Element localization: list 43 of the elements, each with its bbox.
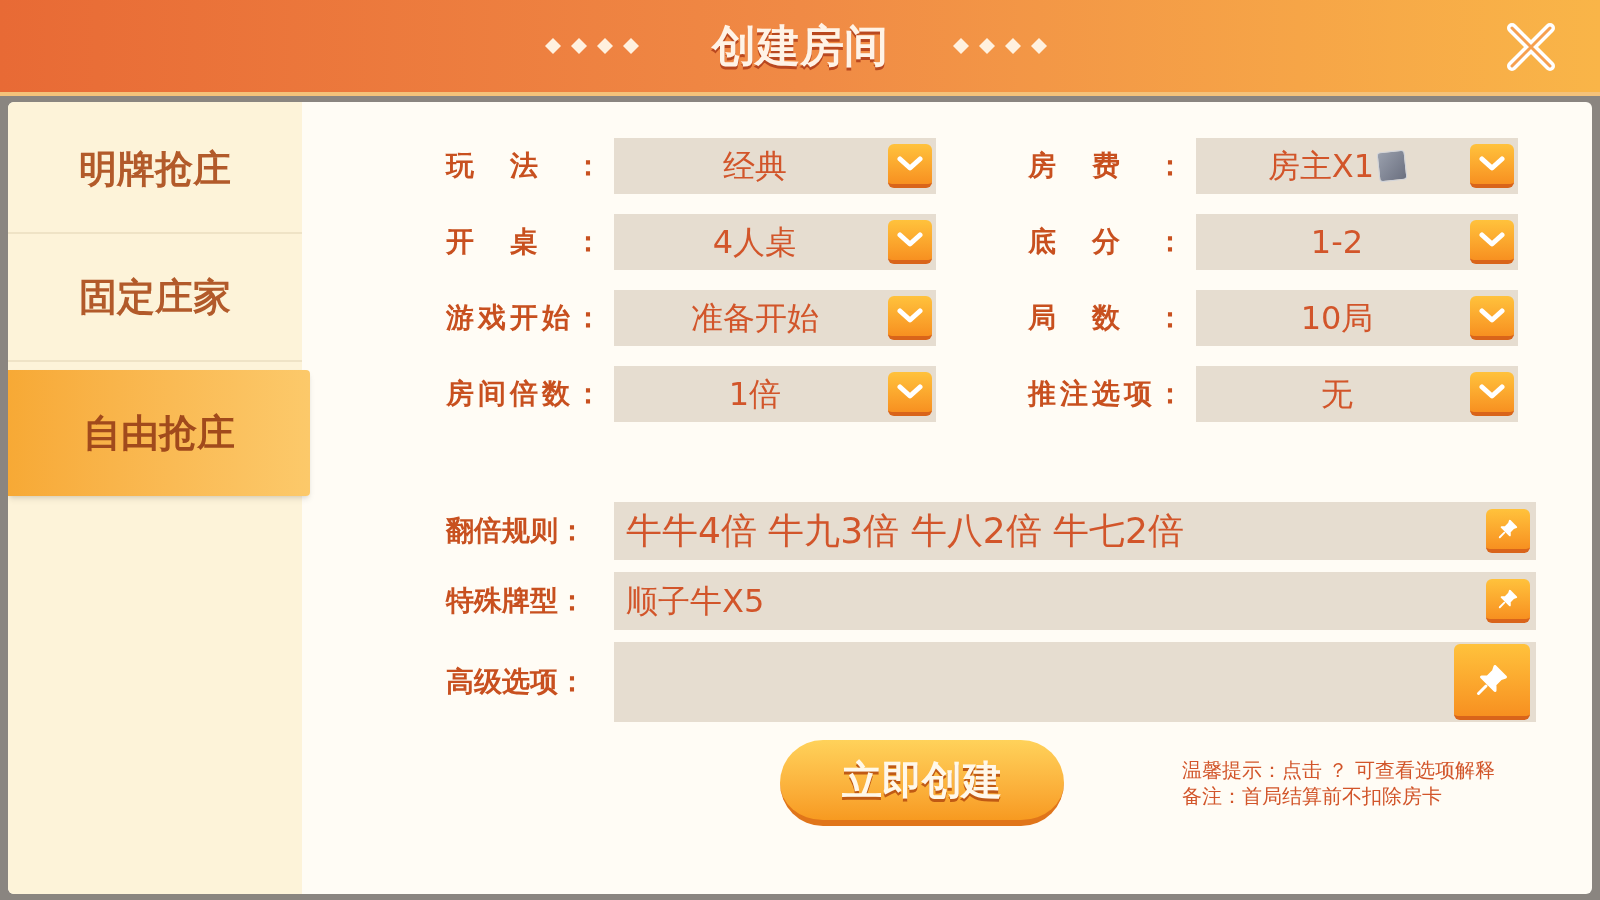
dropdown-value: 房主X1: [1267, 146, 1375, 187]
option-label: 局数：: [1028, 300, 1185, 336]
option-label: 特殊牌型：: [446, 583, 587, 619]
option-label: 游戏开始：: [446, 300, 603, 336]
option-value: 顺子牛X5: [626, 581, 766, 622]
window-title: 创建房间: [712, 19, 888, 73]
option-label: 玩法：: [446, 148, 603, 184]
option-label: 开桌：: [446, 224, 603, 260]
option-field[interactable]: [614, 642, 1536, 722]
dropdown-value: 经典: [723, 146, 787, 187]
option-label: 房费：: [1028, 148, 1185, 184]
option-label: 底分：: [1028, 224, 1185, 260]
dropdown[interactable]: 10局: [1196, 290, 1518, 346]
sidebar-tab[interactable]: 固定庄家: [8, 234, 302, 362]
sidebar-tab[interactable]: 自由抢庄: [8, 370, 310, 496]
option-label: 高级选项：: [446, 664, 587, 700]
dropdown-value: 10局: [1300, 298, 1374, 339]
tip-text: 温馨提示：点击 ？ 可查看选项解释: [1182, 757, 1495, 783]
dropdown-value: 准备开始: [691, 298, 819, 339]
option-field[interactable]: 顺子牛X5: [614, 572, 1536, 630]
dropdown-value: 1倍: [728, 374, 782, 415]
dropdown[interactable]: 1倍: [614, 366, 936, 422]
pin-icon[interactable]: [1486, 509, 1530, 553]
dropdown[interactable]: 准备开始: [614, 290, 936, 346]
option-label: 翻倍规则：: [446, 513, 587, 549]
tip-text: 备注：首局结算前不扣除房卡: [1182, 783, 1443, 809]
option-value: 牛牛4倍 牛九3倍 牛八2倍 牛七2倍: [626, 509, 1185, 553]
dropdown-value: 无: [1321, 374, 1353, 415]
dropdown[interactable]: 1-2: [1196, 214, 1518, 270]
dropdown[interactable]: 4人桌: [614, 214, 936, 270]
dropdown-value: 1-2: [1310, 222, 1364, 263]
create-now-button[interactable]: 立即创建: [780, 740, 1064, 826]
dropdown[interactable]: 无: [1196, 366, 1518, 422]
option-label: 房间倍数：: [446, 376, 603, 412]
sidebar-tab[interactable]: 明牌抢庄: [8, 106, 302, 234]
option-field[interactable]: 牛牛4倍 牛九3倍 牛八2倍 牛七2倍: [614, 502, 1536, 560]
close-icon: [1504, 20, 1558, 74]
pin-icon[interactable]: [1454, 644, 1530, 720]
dropdown[interactable]: 经典: [614, 138, 936, 194]
pin-icon[interactable]: [1486, 579, 1530, 623]
dropdown-value: 4人桌: [712, 222, 798, 263]
dropdown[interactable]: 房主X1: [1196, 138, 1518, 194]
option-label: 推注选项：: [1028, 376, 1185, 412]
